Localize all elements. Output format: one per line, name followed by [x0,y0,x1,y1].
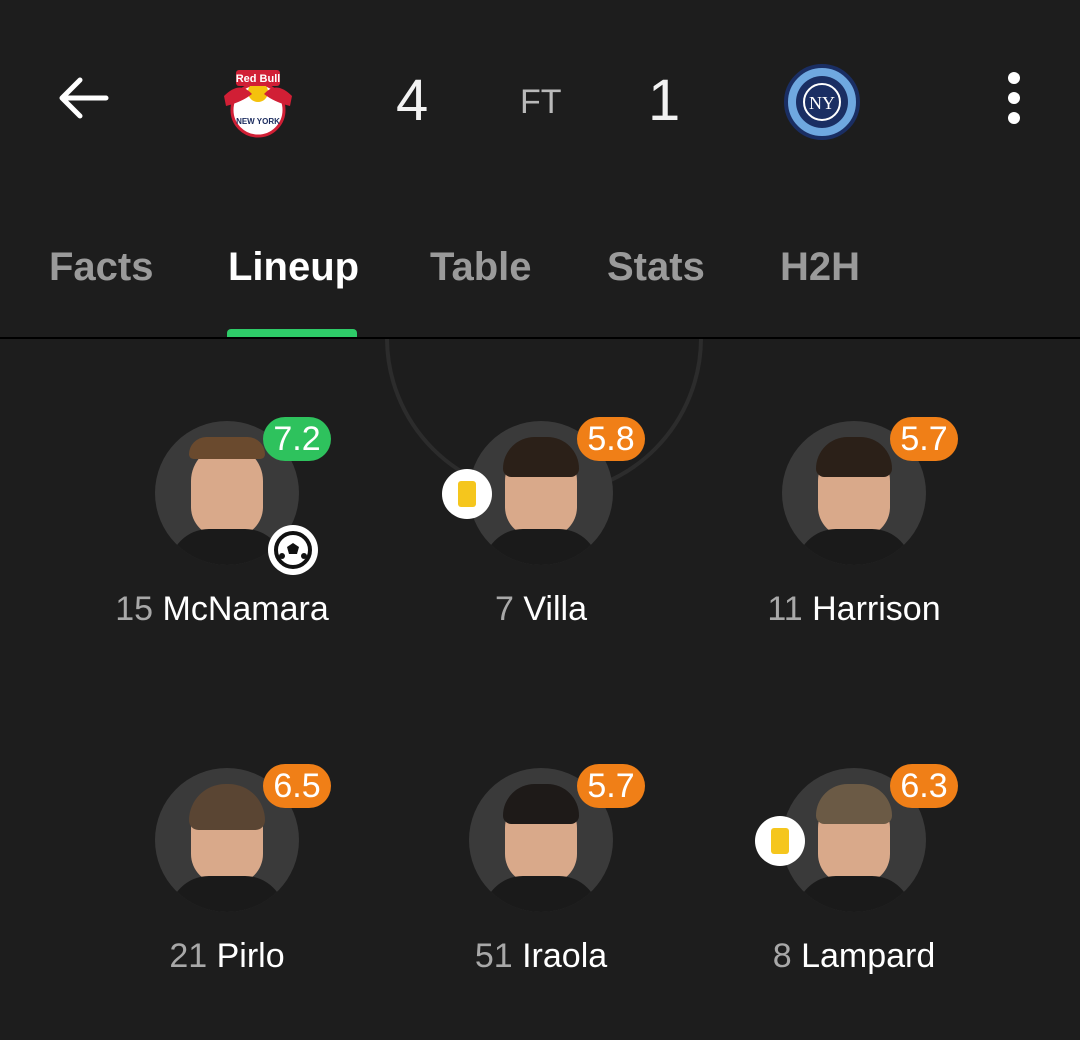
match-status: FT [520,83,562,121]
player-name: Villa [523,590,587,628]
nycfc-logo: NY [784,64,860,140]
player-name: Iraola [522,937,608,975]
player-rating-badge: 6.3 [890,764,958,808]
red-bull-new-york-logo: Red Bull NEW YORK [224,70,292,138]
tab-lineup[interactable]: Lineup [228,243,359,291]
away-team-crest[interactable]: NY [782,62,862,142]
player-rating-badge: 5.8 [577,417,645,461]
svg-text:NY: NY [809,93,835,113]
player-number: 7 [494,590,514,628]
player-number: 15 [115,590,154,628]
yellow-card-icon [755,816,805,866]
tab-h2h[interactable]: H2H [780,243,860,291]
more-vertical-icon [1008,72,1020,124]
player-mcnamara[interactable]: 7.2 15 McNamara [42,339,362,628]
player-pirlo[interactable]: 6.5 21 Pirlo [42,686,362,975]
soccer-ball-icon [274,531,312,569]
player-name: Lampard [801,937,936,975]
arrow-left-icon [59,77,109,119]
lineup-pitch: 7.2 15 McNamara 5.8 7 Villa 5.7 11 Harri… [0,339,1080,1040]
player-rating-badge: 6.5 [263,764,331,808]
player-rating-badge: 7.2 [263,417,331,461]
player-name: McNamara [162,590,329,628]
player-iraola[interactable]: 5.7 51 Iraola [356,686,676,975]
player-name: Harrison [812,590,941,628]
player-name: Pirlo [216,937,285,975]
away-score: 1 [648,68,681,133]
tab-stats[interactable]: Stats [607,243,705,291]
player-number: 51 [474,937,513,975]
active-tab-indicator [227,329,357,337]
player-lampard[interactable]: 6.3 8 Lampard [669,686,989,975]
tab-table[interactable]: Table [430,243,532,291]
back-button[interactable] [52,66,116,130]
more-options-button[interactable] [990,66,1038,130]
player-number: 8 [772,937,792,975]
svg-text:NEW YORK: NEW YORK [236,117,280,126]
goal-icon [268,525,318,575]
player-rating-badge: 5.7 [577,764,645,808]
home-team-crest[interactable]: Red Bull NEW YORK [218,62,298,142]
svg-text:Red Bull: Red Bull [236,73,281,85]
match-header: Red Bull NEW YORK 4 FT 1 NY [0,0,1080,205]
home-score: 4 [396,68,429,133]
player-number: 21 [169,937,208,975]
tab-facts[interactable]: Facts [49,243,154,291]
player-rating-badge: 5.7 [890,417,958,461]
player-harrison[interactable]: 5.7 11 Harrison [669,339,989,628]
yellow-card-icon [442,469,492,519]
player-villa[interactable]: 5.8 7 Villa [356,339,676,628]
tab-bar: Facts Lineup Table Stats H2H [0,225,1080,339]
player-number: 11 [767,590,803,628]
